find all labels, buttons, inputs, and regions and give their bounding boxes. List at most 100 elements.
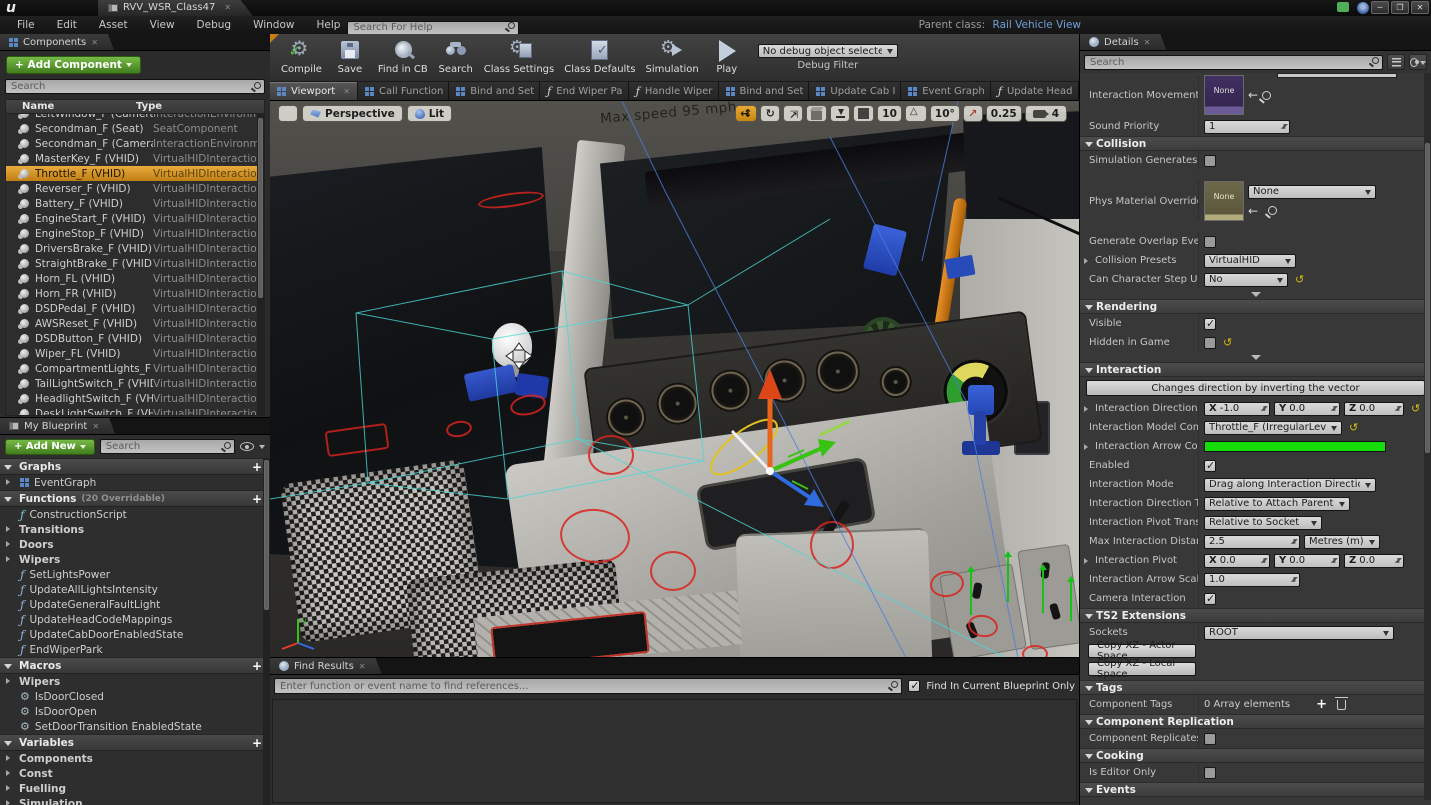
blueprint-item[interactable]: Functions (20 Overridable) (0, 490, 270, 507)
close-icon[interactable] (224, 0, 231, 16)
toolbar-button[interactable]: Play (704, 35, 750, 81)
phys-material-dropdown[interactable]: None (1248, 185, 1376, 199)
blueprint-item[interactable]: Variables (0, 734, 270, 751)
collision-presets-dropdown[interactable]: VirtualHID (1204, 254, 1296, 268)
components-search-input[interactable] (5, 79, 265, 94)
trash-icon[interactable] (1337, 700, 1346, 710)
viewport-3d[interactable]: Max speed 95 mph (270, 101, 1079, 658)
document-tab[interactable]: End Wiper Pa (540, 82, 629, 100)
document-tab[interactable]: Handle Wiper (629, 82, 719, 100)
document-tab[interactable]: Bind and Set (449, 82, 540, 100)
section-header-component-replication[interactable]: Component Replication (1080, 714, 1431, 729)
scale-tool-button[interactable] (783, 105, 803, 122)
my-blueprint-scrollbar[interactable] (263, 458, 270, 805)
max-distance-field[interactable]: 2.5 (1204, 535, 1300, 549)
component-row[interactable]: LeftWindow_F (Camera) InteractionEnviron… (6, 114, 264, 121)
grid-snap-value-button[interactable]: 10 (877, 105, 902, 122)
blueprint-item[interactable]: EventGraph (0, 475, 270, 490)
perspective-button[interactable]: Perspective (302, 105, 403, 122)
tab-find-results[interactable]: Find Results (270, 658, 381, 674)
toolbar-button[interactable]: Search (433, 35, 479, 81)
close-icon[interactable] (359, 662, 366, 671)
close-icon[interactable] (92, 422, 99, 431)
coordinate-system-button[interactable] (806, 105, 827, 122)
blueprint-item[interactable]: Transitions (0, 522, 270, 537)
move-tool-button[interactable] (735, 105, 757, 122)
property-matrix-button[interactable] (1387, 54, 1405, 70)
asset-window-tab[interactable]: RVV_WSR_Class47 (98, 0, 253, 16)
blueprint-item[interactable]: UpdateAllLightsIntensity (0, 582, 270, 597)
component-row[interactable]: AWSReset_F (VHID) VirtualHIDInteraction (6, 316, 264, 331)
rotation-snap-value-button[interactable]: 10° (930, 105, 960, 122)
toolbar-button[interactable]: Save (327, 35, 373, 81)
close-icon[interactable] (1144, 38, 1151, 47)
visible-checkbox[interactable] (1204, 318, 1216, 330)
column-name[interactable]: Name (6, 101, 136, 112)
tab-details[interactable]: Details (1080, 34, 1166, 50)
component-row[interactable]: DriversBrake_F (VHID) VirtualHIDInteract… (6, 241, 264, 256)
menu-item[interactable]: Edit (46, 16, 88, 34)
close-icon[interactable] (91, 38, 98, 47)
document-tab[interactable]: Update Head (991, 82, 1079, 100)
reset-to-default-icon[interactable] (1223, 337, 1232, 349)
find-in-blueprint-checkbox[interactable] (908, 680, 920, 692)
display-filter-button[interactable] (1409, 54, 1427, 70)
find-results-list[interactable] (272, 699, 1077, 803)
blueprint-item[interactable]: Const (0, 766, 270, 781)
minimize-button[interactable]: ─ (1371, 1, 1389, 14)
simulation-hit-checkbox[interactable] (1204, 155, 1216, 167)
component-row[interactable]: MasterKey_F (VHID) VirtualHIDInteraction (6, 151, 264, 166)
sound-asset-thumbnail[interactable]: None (1204, 75, 1244, 115)
add-item-button[interactable] (252, 460, 262, 474)
section-header-tags[interactable]: Tags (1080, 680, 1431, 695)
overlap-events-checkbox[interactable] (1204, 236, 1216, 248)
blueprint-item[interactable]: Doors (0, 537, 270, 552)
component-row[interactable]: CompartmentLights_F (VHID) VirtualHIDInt… (6, 361, 264, 376)
blueprint-item[interactable]: IsDoorClosed (0, 689, 270, 704)
parent-class-link[interactable]: Rail Vehicle View (993, 19, 1081, 31)
expand-advanced-button[interactable] (1080, 289, 1431, 299)
grid-snapping-button[interactable] (853, 105, 874, 122)
hidden-in-game-checkbox[interactable] (1204, 337, 1216, 349)
blueprint-item[interactable]: Graphs (0, 458, 270, 475)
sockets-dropdown[interactable]: ROOT (1204, 626, 1394, 640)
scale-snapping-button[interactable] (963, 105, 983, 122)
section-header-interaction[interactable]: Interaction (1080, 362, 1431, 377)
viewport-options-button[interactable] (278, 105, 298, 122)
light-bulb-sprite[interactable] (492, 323, 532, 367)
menu-item[interactable]: Window (242, 16, 305, 34)
column-type[interactable]: Type (136, 101, 264, 112)
surface-snapping-button[interactable] (830, 105, 850, 122)
debug-object-dropdown[interactable]: No debug object selected (758, 44, 898, 58)
toolbar-button[interactable]: Class Defaults (559, 35, 640, 81)
is-editor-only-checkbox[interactable] (1204, 767, 1216, 779)
component-row[interactable]: Secondman_F (Camera) InteractionEnvironm (6, 136, 264, 151)
use-selected-asset-icon[interactable] (1248, 88, 1258, 102)
blueprint-item[interactable]: Components (0, 751, 270, 766)
component-row[interactable]: EngineStart_F (VHID) VirtualHIDInteracti… (6, 211, 264, 226)
chevron-down-icon[interactable] (259, 445, 265, 452)
enabled-checkbox[interactable] (1204, 460, 1216, 472)
component-row[interactable]: TailLightSwitch_F (VHID) VirtualHIDInter… (6, 376, 264, 391)
restore-button[interactable]: ❐ (1391, 1, 1409, 14)
toolbar-button[interactable]: Find in CB (373, 35, 433, 81)
direction-y-field[interactable]: Y0.0 (1274, 402, 1340, 416)
blueprint-item[interactable]: IsDoorOpen (0, 704, 270, 719)
component-row[interactable]: HeadlightSwitch_F (VHID) VirtualHIDInter… (6, 391, 264, 406)
view-options-icon[interactable] (240, 442, 254, 451)
pivot-z-field[interactable]: Z0.0 (1344, 554, 1404, 568)
close-window-button[interactable]: ✕ (1411, 1, 1429, 14)
copy-xz-local-button[interactable]: Copy XZ - Local Space (1088, 662, 1196, 676)
direction-transform-dropdown[interactable]: Relative to Attach Parent (1204, 497, 1350, 511)
blueprint-item[interactable]: ConstructionScript (0, 507, 270, 522)
browse-asset-icon[interactable] (1262, 91, 1271, 100)
blueprint-item[interactable]: Macros (0, 657, 270, 674)
phys-material-thumbnail[interactable]: None (1204, 181, 1244, 221)
reset-to-default-icon[interactable] (1349, 422, 1358, 434)
blueprint-item[interactable]: Simulation (0, 796, 270, 805)
use-selected-asset-icon[interactable] (1248, 204, 1258, 218)
section-header-cooking[interactable]: Cooking (1080, 748, 1431, 763)
close-icon[interactable] (343, 87, 350, 96)
menu-item[interactable]: Asset (88, 16, 139, 34)
section-header-events[interactable]: Events (1080, 782, 1431, 797)
